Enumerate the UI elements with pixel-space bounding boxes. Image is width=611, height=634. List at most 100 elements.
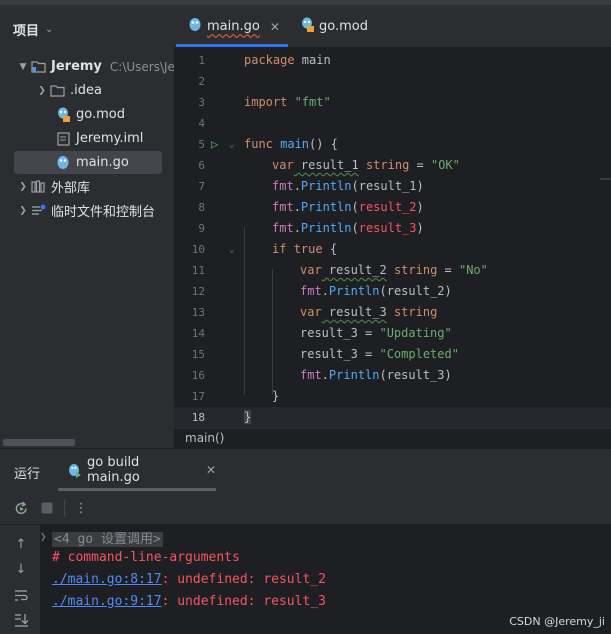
- code-token: result_1: [293, 158, 359, 172]
- tree-item-project-root[interactable]: ▼ Jeremy C:\Users\Jer: [16, 55, 180, 78]
- code-token-error: result_3: [358, 221, 417, 235]
- line-number: 10: [191, 243, 205, 256]
- tree-item-label: Jeremy: [51, 59, 102, 74]
- indent-guide: [272, 269, 273, 395]
- code-line: result_3 = "Updating": [300, 326, 452, 340]
- code-line: result_3 = "Completed": [300, 347, 459, 361]
- source-link[interactable]: ./main.go:9:17: [52, 594, 162, 609]
- code-token: }: [244, 410, 252, 424]
- breadcrumb[interactable]: main(): [174, 428, 611, 448]
- code-token: import: [244, 95, 288, 109]
- line-number: 12: [191, 285, 205, 298]
- code-editor[interactable]: ▷ ⌄ ⌄ 1 2 3 4 5 6 7 8 9 10 11 12 13 14 15 16 17 18 packag…: [174, 48, 611, 428]
- line-number: 8: [198, 201, 205, 214]
- code-token: (: [351, 221, 359, 235]
- line-number: 6: [198, 159, 205, 172]
- fold-icon[interactable]: ⌄: [229, 245, 234, 255]
- fold-expand-icon[interactable]: ❯: [40, 530, 47, 543]
- run-config-tab[interactable]: go build main.go ✕: [58, 449, 216, 491]
- scroll-to-end-icon[interactable]: [12, 611, 30, 629]
- code-line: var result_2 string = "No": [300, 263, 488, 277]
- folder-open-icon: [30, 59, 46, 75]
- soft-wrap-icon[interactable]: [12, 586, 30, 604]
- code-token: result_3 =: [300, 347, 380, 361]
- gomod-file-icon: [300, 17, 314, 36]
- code-token: string: [386, 263, 438, 277]
- line-number: 1: [198, 54, 205, 67]
- console-line: ./main.go:9:17: undefined: result_3: [52, 594, 326, 609]
- close-icon[interactable]: ✕: [206, 463, 216, 477]
- run-gutter-icon[interactable]: ▷: [211, 137, 218, 151]
- run-panel-header: 运行 go build main.go ✕: [0, 449, 611, 491]
- code-line: import "fmt": [244, 95, 331, 109]
- line-number: 17: [191, 390, 205, 403]
- code-token: var: [300, 263, 322, 277]
- source-link[interactable]: ./main.go:8:17: [52, 572, 162, 587]
- chevron-down-icon[interactable]: ⌄: [45, 24, 53, 35]
- run-console-output[interactable]: ❯ <4 go 设置调用> # command-line-arguments .…: [40, 525, 611, 634]
- fold-icon[interactable]: ⌄: [229, 140, 234, 150]
- console-line: ./main.go:8:17: undefined: result_2: [52, 572, 326, 587]
- line-number: 7: [198, 180, 205, 193]
- tree-item-idea[interactable]: ❯ .idea: [35, 79, 102, 102]
- chevron-expanded-icon[interactable]: ▼: [16, 62, 30, 72]
- code-token: fmt: [300, 368, 322, 382]
- code-token: "fmt": [287, 95, 331, 109]
- tab-main-go[interactable]: main.go ✕: [188, 5, 280, 48]
- code-token: }: [272, 389, 280, 403]
- tree-item-label: main.go: [76, 155, 129, 170]
- rerun-icon[interactable]: [12, 499, 30, 517]
- arrow-down-icon[interactable]: ↓: [12, 560, 30, 578]
- run-toolbar: ⋮: [0, 491, 611, 525]
- project-horizontal-scrollbar[interactable]: [3, 439, 75, 446]
- code-token: package: [244, 53, 295, 67]
- code-token: (result_2): [379, 284, 452, 298]
- tree-item-gomod[interactable]: go.mod: [55, 103, 125, 126]
- tree-item-label: 临时文件和控制台: [51, 205, 156, 220]
- code-line: var result_3 string: [300, 305, 437, 319]
- code-token: ): [416, 200, 424, 214]
- scroll-marker: [600, 178, 611, 180]
- tree-item-iml[interactable]: Jeremy.iml: [55, 127, 143, 150]
- code-token: main: [294, 53, 331, 67]
- arrow-up-icon[interactable]: ↑: [12, 535, 30, 553]
- tree-item-maingo[interactable]: main.go: [55, 151, 129, 174]
- more-options-icon[interactable]: ⋮: [72, 499, 90, 517]
- chevron-right-icon[interactable]: ❯: [16, 182, 30, 192]
- code-line: package main: [244, 53, 331, 67]
- line-number: 14: [191, 327, 205, 340]
- line-number: 18: [191, 411, 205, 424]
- code-line: if true {: [272, 242, 337, 256]
- current-line-highlight: [174, 407, 611, 428]
- code-line: fmt.Println(result_2): [300, 284, 452, 298]
- project-panel-header[interactable]: 项目 ⌄: [0, 5, 174, 53]
- line-number: 3: [198, 96, 205, 109]
- chevron-right-icon[interactable]: ❯: [16, 206, 30, 216]
- code-line: func main() {: [244, 137, 338, 151]
- code-token: "No": [458, 263, 488, 277]
- code-token: main: [272, 137, 310, 151]
- tree-item-scratches[interactable]: ❯ 临时文件和控制台: [16, 199, 155, 222]
- line-number: 5: [198, 138, 205, 151]
- active-tab-indicator: [176, 44, 288, 47]
- code-line: }: [244, 410, 252, 424]
- tree-item-external-libraries[interactable]: ❯ 外部库: [16, 175, 90, 198]
- code-token: fmt: [300, 284, 322, 298]
- error-text: : undefined: result_3: [161, 594, 326, 609]
- console-folded-chip[interactable]: <4 go 设置调用>: [52, 532, 163, 547]
- code-token: if: [272, 242, 287, 256]
- code-token: Println: [300, 221, 352, 235]
- tab-go-mod[interactable]: go.mod: [300, 5, 368, 48]
- watermark: CSDN @Jeremy_ji: [509, 615, 605, 628]
- close-icon[interactable]: ✕: [270, 20, 280, 34]
- line-number: 9: [198, 222, 205, 235]
- tree-item-label: go.mod: [76, 107, 125, 122]
- console-line: <4 go 设置调用>: [52, 528, 163, 547]
- chevron-right-icon[interactable]: ❯: [35, 86, 49, 96]
- tab-label: main.go: [207, 19, 260, 34]
- stop-icon[interactable]: [38, 499, 56, 517]
- line-number: 11: [191, 264, 205, 277]
- code-token: fmt: [272, 200, 294, 214]
- code-token: Println: [300, 179, 352, 193]
- code-token: {: [322, 242, 338, 256]
